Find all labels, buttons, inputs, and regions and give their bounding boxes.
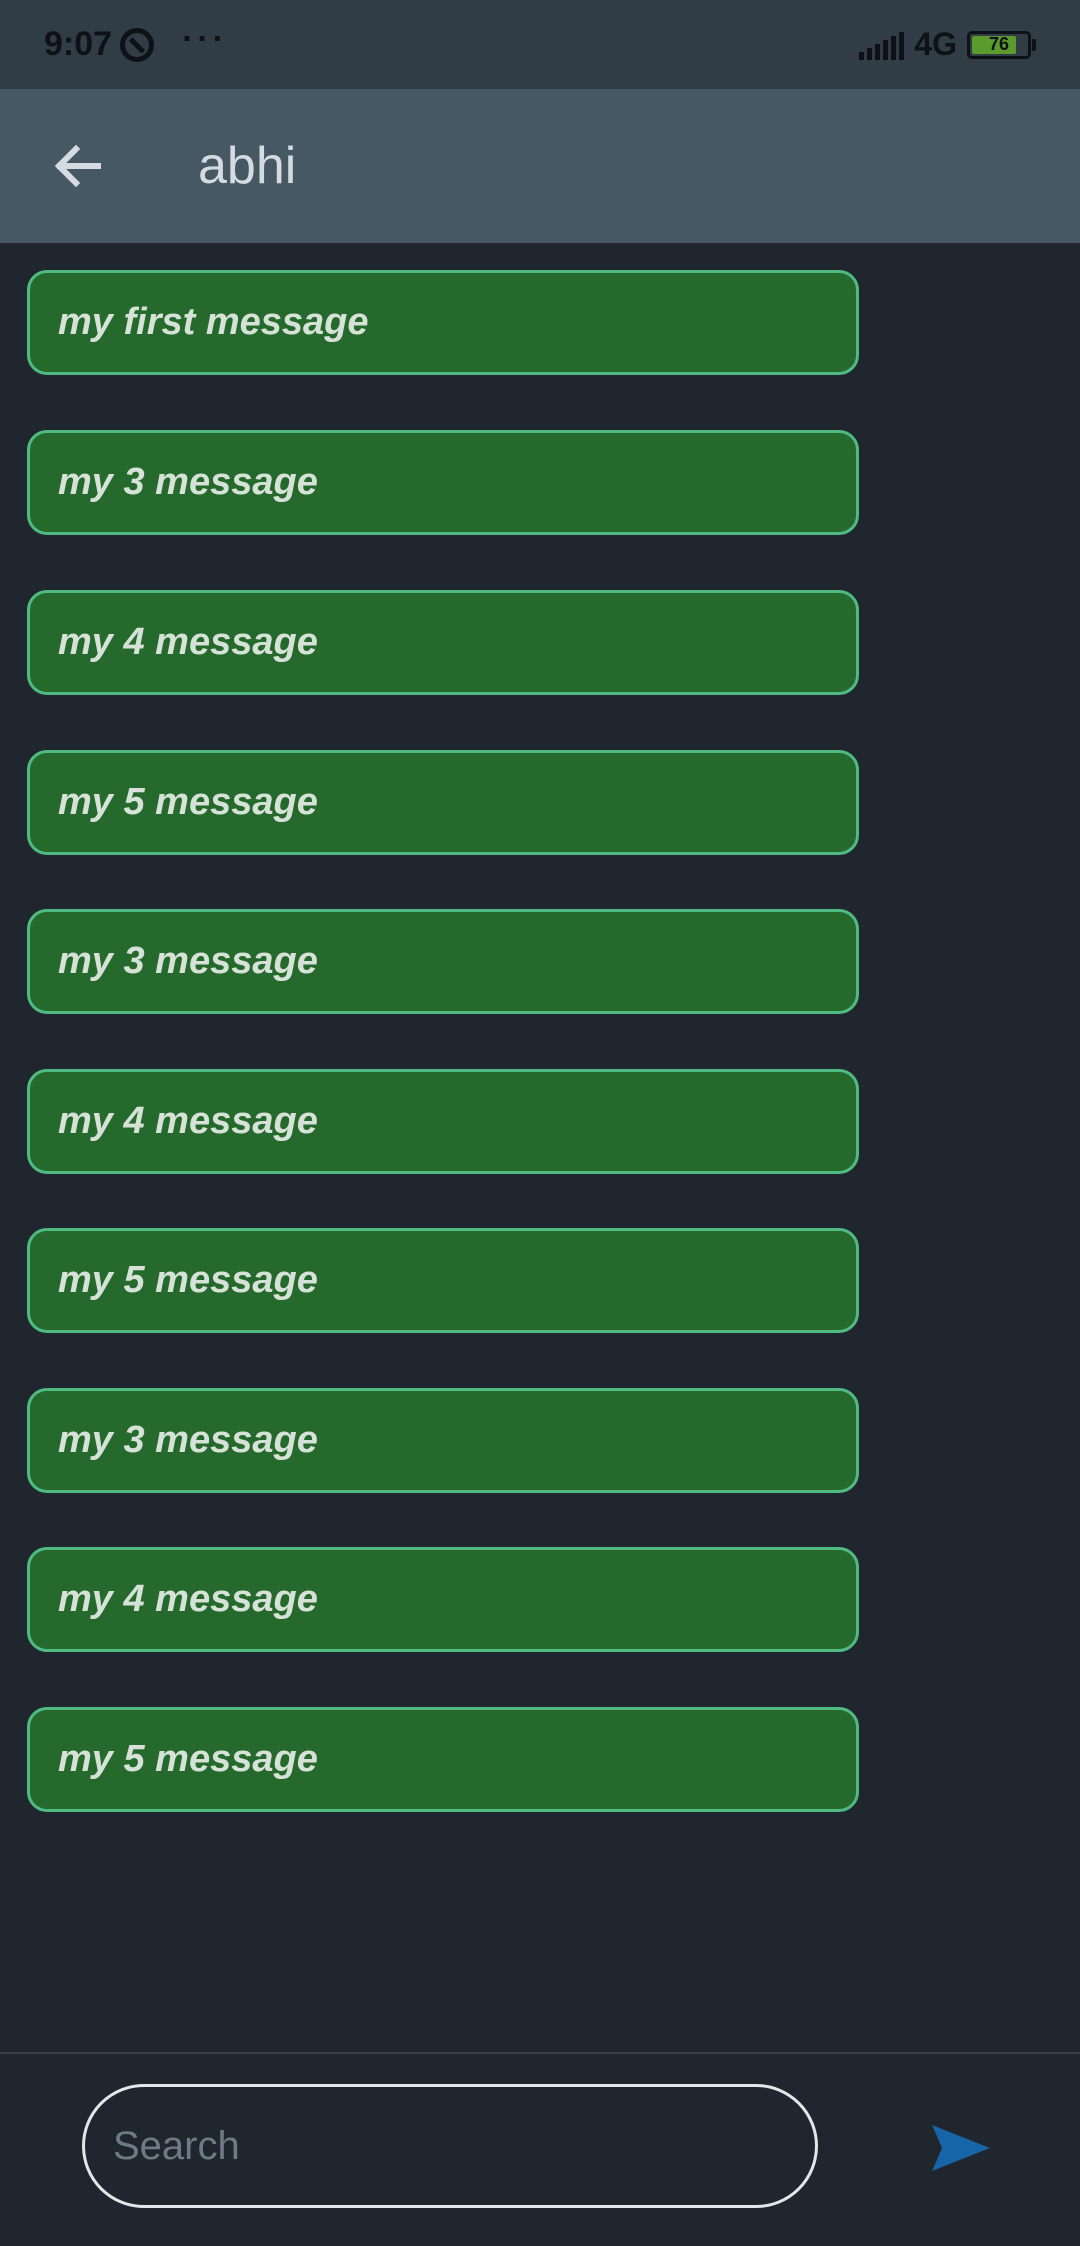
arrow-left-icon [54, 144, 101, 188]
message-bubble[interactable]: my first message [27, 270, 859, 375]
battery-icon: 76 [967, 30, 1031, 59]
signal-strength-icon [859, 30, 905, 60]
message-text: my 4 message [58, 621, 318, 663]
message-bubble[interactable]: my 4 message [27, 590, 859, 695]
chat-screen: 9:07 ··· 4G 76 abhi my first message my … [0, 0, 1080, 2246]
message-text: my 5 message [58, 1738, 318, 1780]
message-text: my 5 message [58, 781, 318, 823]
message-bubble[interactable]: my 4 message [27, 1069, 859, 1174]
app-bar: abhi [0, 89, 1080, 243]
message-text: my 4 message [58, 1578, 318, 1620]
message-bubble[interactable]: my 4 message [27, 1547, 859, 1652]
more-notifications-icon: ··· [182, 20, 229, 58]
network-type: 4G [914, 26, 957, 62]
status-time: 9:07 [44, 25, 113, 63]
message-text: my first message [58, 301, 369, 343]
status-right-cluster: 4G 76 [859, 26, 1036, 63]
search-input[interactable] [113, 2123, 815, 2169]
send-icon [932, 2125, 990, 2171]
message-bubble[interactable]: my 3 message [27, 1388, 859, 1493]
message-text: my 5 message [58, 1259, 318, 1301]
message-text: my 3 message [58, 940, 318, 982]
back-button[interactable] [0, 89, 154, 243]
do-not-disturb-icon [120, 27, 155, 62]
message-bubble[interactable]: my 5 message [27, 1228, 859, 1333]
message-bubble[interactable]: my 5 message [27, 1707, 859, 1812]
message-bubble[interactable]: my 3 message [27, 909, 859, 1014]
status-bar: 9:07 ··· 4G 76 [0, 0, 1080, 89]
input-bar [0, 2052, 1080, 2246]
battery-level: 76 [988, 34, 1010, 54]
message-bubble[interactable]: my 5 message [27, 750, 859, 855]
message-bubble[interactable]: my 3 message [27, 430, 859, 535]
message-text: my 3 message [58, 461, 318, 503]
message-text: my 3 message [58, 1419, 318, 1461]
message-text: my 4 message [58, 1100, 318, 1142]
send-button[interactable] [926, 2118, 996, 2178]
search-field[interactable] [82, 2084, 818, 2208]
chat-title: abhi [198, 137, 297, 195]
